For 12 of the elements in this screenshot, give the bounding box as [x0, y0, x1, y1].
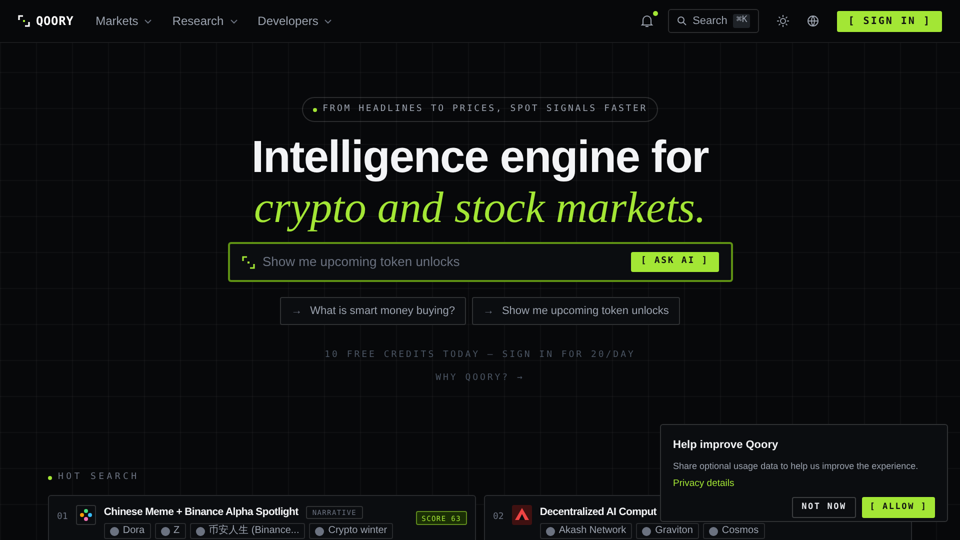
- topic-title: Chinese Meme + Binance Alpha Spotlight: [104, 504, 298, 520]
- dialog-title: Help improve Qoory: [673, 438, 780, 453]
- section-title: HOT SEARCH: [58, 471, 140, 484]
- topic-title: Decentralized AI Comput: [540, 504, 656, 520]
- tagline-badge: FROM HEADLINES TO PRICES, SPOT SIGNALS FASTER: [302, 97, 658, 122]
- credits-notice: 10 FREE CREDITS TODAY — SIGN IN FOR 20/DAY: [324, 349, 636, 362]
- shortcut-key: ⌘K: [733, 14, 750, 28]
- rank-number: 01: [57, 510, 68, 524]
- hero-subheading: crypto and stock markets.: [254, 184, 706, 232]
- dialog-text: Share optional usage data to help us improve the experience.: [673, 460, 920, 473]
- hero-heading: Intelligence engine for: [252, 130, 708, 184]
- rank-number: 02: [493, 510, 504, 524]
